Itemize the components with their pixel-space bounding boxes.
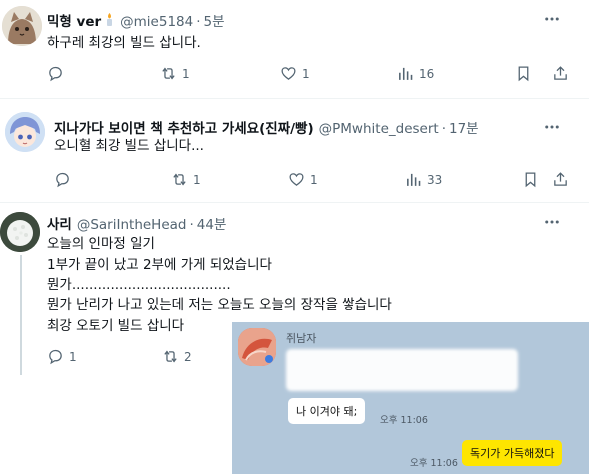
avatar-cat-illustration [2, 6, 42, 46]
more-options-icon[interactable] [543, 118, 561, 136]
display-name[interactable]: 지나가다 보이면 책 추천하고 가세요(진짜/빵) [54, 117, 314, 137]
action-bar: 1 2 [47, 348, 227, 368]
reply-button[interactable] [47, 65, 64, 82]
tweet-text-line: 오늘의 인마정 일기 [47, 236, 155, 252]
tweet-1[interactable]: 믹형 ver @mie5184 · 5분 하구레 최강의 빌드 삽니다. 1 1… [0, 0, 589, 94]
avatar-rice-photo [0, 212, 40, 252]
sender-name: 쥐남자 [286, 332, 317, 345]
more-options-icon[interactable] [543, 10, 561, 28]
separator-dot: · [441, 121, 446, 137]
bookmark-icon [525, 172, 536, 188]
my-message-text: 독기가 가득해졌다 [470, 447, 555, 460]
reply-time: 오후 11:06 [410, 458, 458, 469]
tweet-text-line: 뭔가..................................... [47, 277, 231, 293]
separator-dot: · [189, 217, 194, 233]
retweet-button[interactable]: 2 [162, 348, 192, 365]
tweet-header: 사리 @SariIntheHead · 44분 [47, 213, 226, 233]
like-button[interactable]: 1 [288, 171, 318, 188]
tweet-text: 하구레 최강의 빌드 삽니다. [47, 35, 201, 51]
retweet-button[interactable]: 1 [160, 65, 190, 82]
share-icon [554, 66, 567, 80]
my-message-bubble: 독기가 가득해졌다 [462, 440, 563, 466]
avatar[interactable] [0, 212, 40, 252]
message-text: 나 이겨야 돼; [296, 405, 358, 418]
avatar[interactable] [2, 6, 42, 46]
views-chart-icon [399, 67, 413, 80]
tweet-2[interactable]: 지나가다 보이면 책 추천하고 가세요(진짜/빵) @PMwhite_deser… [0, 99, 589, 201]
candle-emoji-icon [107, 13, 113, 26]
blurred-message [286, 349, 518, 391]
sender-avatar [238, 328, 276, 366]
user-handle[interactable]: @PMwhite_desert [319, 121, 439, 137]
reply-icon [56, 172, 69, 188]
tweet-header: 지나가다 보이면 책 추천하고 가세요(진짜/빵) @PMwhite_deser… [54, 117, 479, 137]
retweet-count: 2 [184, 349, 192, 364]
avatar[interactable] [5, 112, 45, 152]
message-time: 오후 11:06 [380, 415, 428, 426]
views-button[interactable]: 33 [405, 171, 442, 188]
share-button[interactable] [552, 65, 569, 82]
like-count: 1 [310, 172, 318, 187]
timestamp[interactable]: 44분 [197, 213, 227, 233]
views-chart-icon [407, 173, 421, 186]
reply-count: 1 [69, 349, 77, 364]
retweet-icon [164, 350, 177, 363]
like-button[interactable]: 1 [280, 65, 310, 82]
tweet-text-line: 뭔가 난리가 나고 있는데 저는 오늘도 오늘의 장작을 쌓습니다 [47, 297, 392, 313]
share-icon [554, 172, 567, 186]
more-options-icon[interactable] [543, 213, 561, 231]
retweet-count: 1 [193, 172, 201, 187]
action-bar: 1 1 16 [47, 65, 577, 85]
reply-button[interactable] [54, 171, 71, 188]
heart-icon [281, 67, 296, 80]
reply-icon [49, 349, 62, 365]
tweet-header: 믹형 ver @mie5184 · 5분 [47, 10, 225, 30]
share-button[interactable] [552, 171, 569, 188]
tweet-text-line: 최강 오토기 빌드 삽니다 [47, 318, 185, 334]
reply-icon [49, 66, 62, 82]
thread-line [20, 255, 22, 375]
user-handle[interactable]: @SariIntheHead [77, 217, 187, 233]
retweet-icon [162, 67, 175, 80]
action-bar: 1 1 33 [54, 171, 584, 191]
like-count: 1 [302, 66, 310, 81]
tweet-text-line: 1부가 끝이 났고 2부에 가게 되었습니다 [47, 257, 272, 273]
views-count: 16 [419, 66, 435, 81]
message-bubble: 나 이겨야 돼; [288, 398, 366, 424]
user-handle[interactable]: @mie5184 [120, 14, 193, 30]
shrimp-avatar-image [238, 328, 276, 366]
retweet-count: 1 [182, 66, 190, 81]
bookmark-icon [518, 66, 529, 82]
separator-dot: · [196, 14, 201, 30]
retweet-button[interactable]: 1 [171, 171, 201, 188]
timestamp[interactable]: 17분 [449, 117, 479, 137]
timestamp[interactable]: 5분 [204, 10, 225, 30]
retweet-icon [173, 173, 186, 186]
views-button[interactable]: 16 [397, 65, 434, 82]
bookmark-button[interactable] [515, 65, 532, 82]
views-count: 33 [427, 172, 443, 187]
attached-chat-screenshot[interactable]: 쥐남자 나 이겨야 돼; 오후 11:06 오후 11:06 독기가 가득해졌다 [232, 322, 589, 474]
reply-button[interactable]: 1 [47, 348, 77, 365]
display-name[interactable]: 믹형 ver [47, 10, 101, 30]
avatar-anime-illustration [5, 112, 45, 152]
tweet-text: 오니혈 최강 빌드 삽니다... [54, 138, 204, 154]
display-name[interactable]: 사리 [47, 213, 72, 233]
bookmark-button[interactable] [522, 171, 539, 188]
heart-icon [289, 173, 304, 186]
